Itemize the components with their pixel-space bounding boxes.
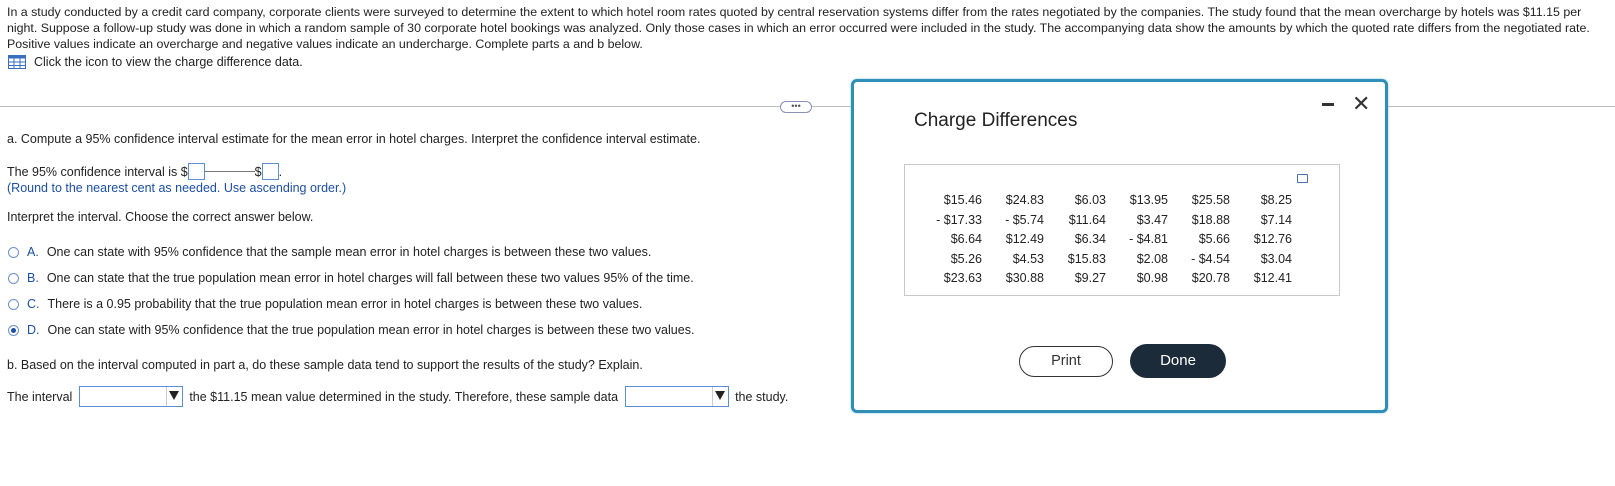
part-a-question: a. Compute a 95% confidence interval est… bbox=[7, 132, 701, 146]
table-cell: $20.78 bbox=[1191, 271, 1230, 285]
ci-lower-input[interactable] bbox=[187, 163, 205, 180]
ci-prefix: The 95% confidence interval is $ bbox=[7, 165, 188, 179]
table-cell: $6.03 bbox=[1074, 193, 1106, 207]
table-cell: $18.88 bbox=[1191, 212, 1230, 227]
part-b-question: b. Based on the interval computed in par… bbox=[7, 358, 643, 372]
part-b-suffix: the study. bbox=[735, 389, 789, 404]
table-cell: - $4.54 bbox=[1191, 251, 1230, 266]
view-data-link[interactable]: Click the icon to view the charge differ… bbox=[8, 55, 303, 69]
option-a-radio[interactable] bbox=[8, 246, 19, 258]
table-cell: $12.41 bbox=[1253, 271, 1292, 285]
round-note: (Round to the nearest cent as needed. Us… bbox=[7, 181, 347, 195]
ci-answer-line: The 95% confidence interval is $ $. bbox=[7, 163, 282, 180]
ci-suffix: . bbox=[278, 165, 283, 179]
table-cell: $12.76 bbox=[1253, 232, 1292, 246]
option-d-letter: D. bbox=[27, 323, 40, 337]
table-cell: $4.53 bbox=[1012, 251, 1044, 266]
interval-contains-select[interactable] bbox=[79, 386, 184, 407]
data-table: $15.46 $24.83 $6.03 $13.95 $25.58 $8.25 - $17.… bbox=[904, 164, 1340, 296]
table-cell: $15.83 bbox=[1067, 251, 1106, 266]
table-cell: - $4.81 bbox=[1129, 232, 1168, 246]
table-cell: $25.58 bbox=[1191, 193, 1230, 207]
dialog-title: Charge Differences bbox=[914, 110, 1078, 131]
ci-upper-input[interactable] bbox=[261, 163, 279, 180]
option-a[interactable]: A. One can state with 95% confidence tha… bbox=[8, 245, 651, 259]
support-select[interactable] bbox=[625, 386, 730, 407]
close-icon[interactable]: ✕ bbox=[1352, 93, 1370, 115]
minimize-icon[interactable] bbox=[1322, 103, 1334, 106]
table-cell: $11.64 bbox=[1068, 212, 1106, 227]
chevron-down-icon[interactable] bbox=[169, 391, 180, 400]
table-cell: $13.95 bbox=[1129, 193, 1168, 207]
table-cell: $15.46 bbox=[943, 193, 982, 207]
part-b-middle: the $11.15 mean value determined in the … bbox=[189, 389, 619, 404]
table-cell: $6.34 bbox=[1074, 232, 1106, 246]
table-cell: $23.63 bbox=[943, 271, 982, 285]
table-cell: $9.27 bbox=[1074, 271, 1106, 285]
copy-icon[interactable] bbox=[1297, 174, 1308, 183]
part-b-prefix: The interval bbox=[7, 389, 73, 404]
option-b[interactable]: B. One can state that the true populatio… bbox=[8, 271, 694, 285]
table-cell: $5.26 bbox=[950, 251, 982, 266]
option-b-letter: B. bbox=[27, 271, 39, 285]
table-cell: $3.47 bbox=[1136, 212, 1168, 227]
option-d-text[interactable]: One can state with 95% confidence that t… bbox=[48, 323, 695, 337]
option-a-text[interactable]: One can state with 95% confidence that t… bbox=[47, 245, 652, 259]
table-cell: $8.25 bbox=[1260, 193, 1292, 207]
table-icon[interactable] bbox=[8, 55, 26, 69]
view-data-label[interactable]: Click the icon to view the charge differ… bbox=[34, 55, 303, 69]
option-c[interactable]: C. There is a 0.95 probability that the … bbox=[8, 297, 642, 311]
option-d-radio[interactable] bbox=[8, 324, 19, 336]
select-divider bbox=[712, 387, 714, 406]
table-cell: $3.04 bbox=[1260, 251, 1292, 266]
charge-differences-dialog: Charge Differences ✕ $15.46 $24.83 $6.03 $1… bbox=[851, 79, 1388, 413]
print-button[interactable]: Print bbox=[1019, 346, 1113, 377]
option-c-text[interactable]: There is a 0.95 probability that the tru… bbox=[48, 297, 643, 311]
table-cell: - $5.74 bbox=[1005, 212, 1044, 227]
table-cell: $2.08 bbox=[1136, 251, 1168, 266]
interpret-prompt: Interpret the interval. Choose the corre… bbox=[7, 210, 314, 224]
chevron-down-icon[interactable] bbox=[715, 391, 726, 400]
table-cell: $5.66 bbox=[1198, 232, 1230, 246]
part-b-answer-line: The interval the $11.15 mean value deter… bbox=[7, 386, 788, 407]
table-cell: $6.64 bbox=[950, 232, 982, 246]
option-b-radio[interactable] bbox=[8, 272, 19, 284]
table-cell: $12.49 bbox=[1005, 232, 1044, 246]
ellipsis-icon[interactable]: ••• bbox=[780, 101, 812, 113]
option-d[interactable]: D. One can state with 95% confidence tha… bbox=[8, 323, 694, 337]
table-cell: $7.14 bbox=[1260, 212, 1292, 227]
option-b-text[interactable]: One can state that the true population m… bbox=[47, 271, 694, 285]
table-cell: $24.83 bbox=[1005, 193, 1044, 207]
ci-mid-dollar: $ bbox=[254, 165, 262, 179]
table-cell: $30.88 bbox=[1005, 271, 1044, 285]
ci-separator bbox=[204, 171, 255, 172]
option-c-letter: C. bbox=[27, 297, 40, 311]
done-button[interactable]: Done bbox=[1130, 344, 1226, 378]
option-a-letter: A. bbox=[27, 245, 39, 259]
select-divider bbox=[166, 387, 168, 406]
problem-statement: In a study conducted by a credit card co… bbox=[7, 5, 1590, 52]
option-c-radio[interactable] bbox=[8, 298, 19, 310]
table-cell: $0.98 bbox=[1136, 271, 1168, 285]
table-cell: - $17.33 bbox=[936, 212, 982, 227]
